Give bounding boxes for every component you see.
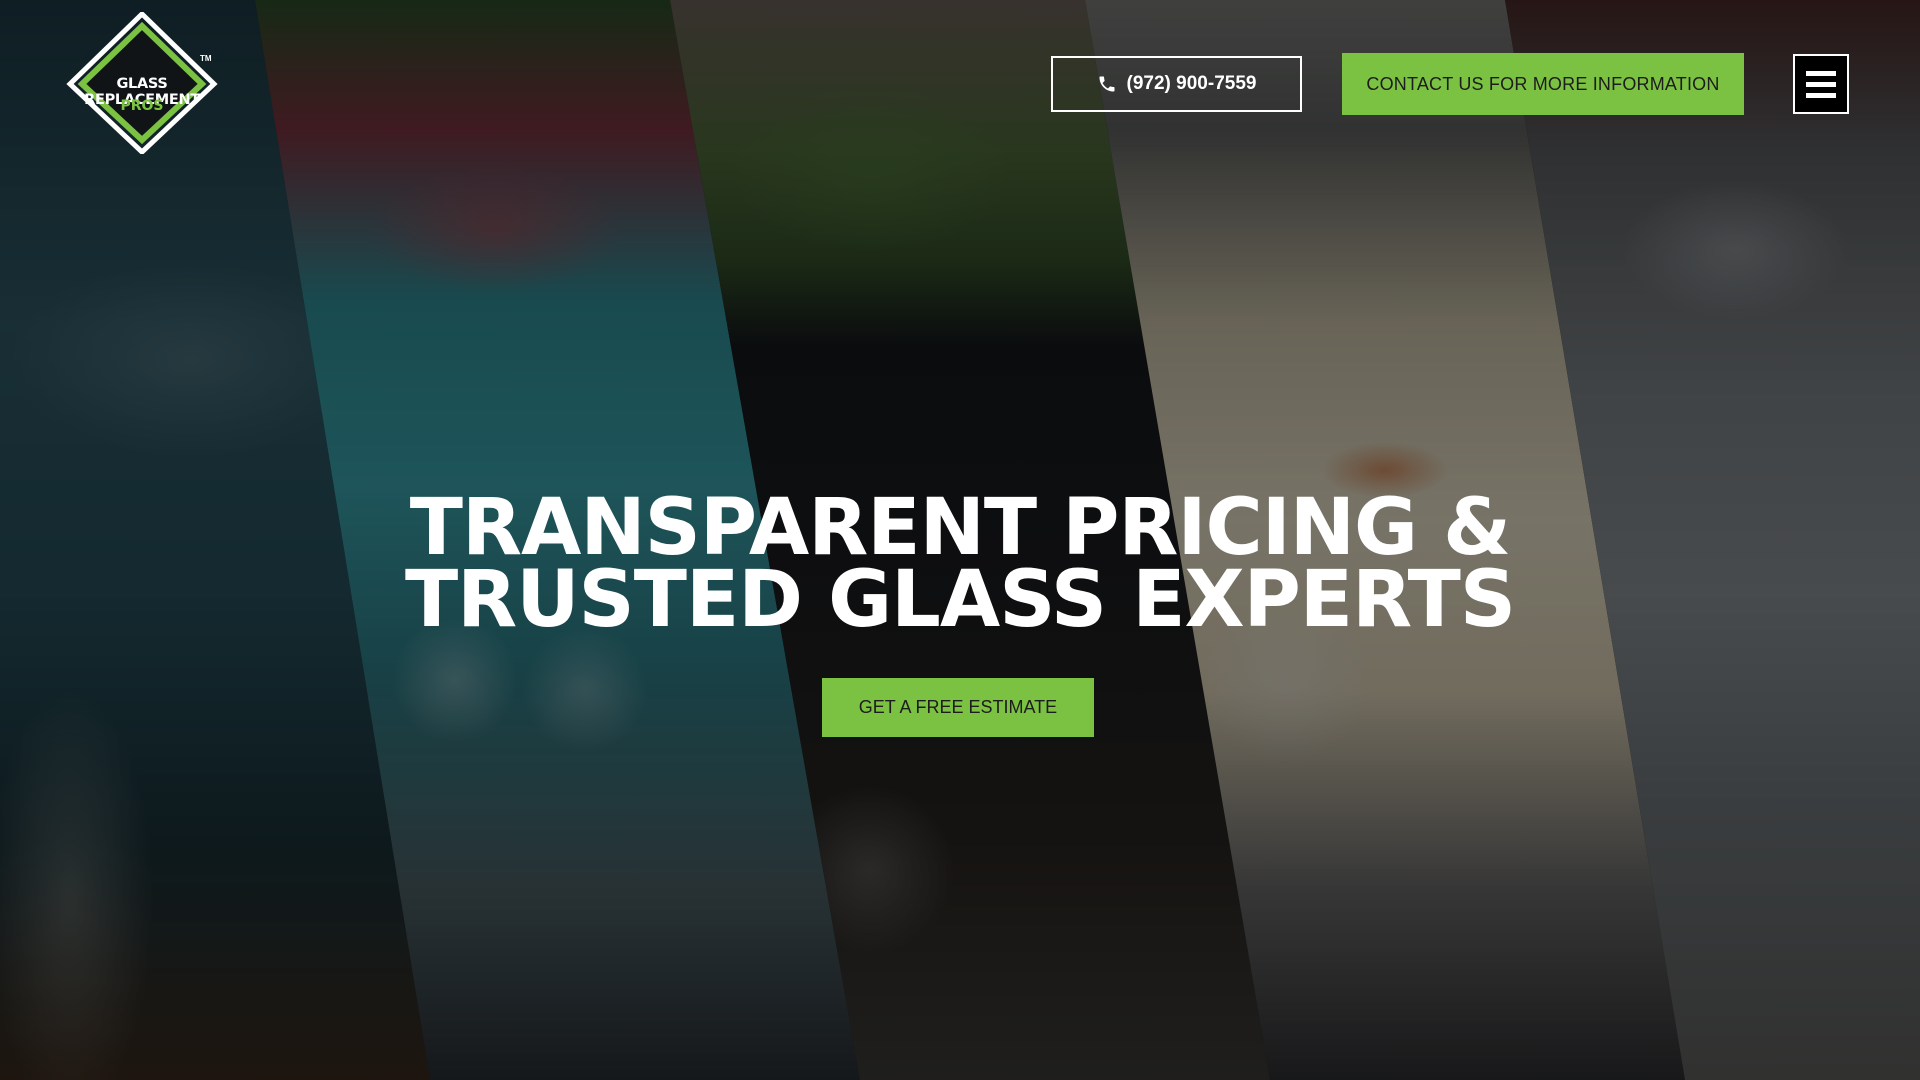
hero-headline-line-2: TRUSTED GLASS EXPERTS (404, 555, 1516, 645)
hamburger-menu-button[interactable] (1793, 54, 1849, 114)
phone-number-label: (972) 900-7559 (1126, 73, 1257, 94)
free-estimate-button[interactable]: GET A FREE ESTIMATE (822, 678, 1094, 737)
site-logo[interactable]: TM GLASS REPLACEMENT PROS (66, 12, 218, 154)
hero-headline: TRANSPARENT PRICING & TRUSTED GLASS EXPE… (0, 483, 1920, 645)
logo-text-secondary: PROS (120, 98, 164, 114)
logo-trademark: TM (200, 54, 212, 63)
hero-section: TM GLASS REPLACEMENT PROS (972) 900-7559… (0, 0, 1920, 1080)
hero-headline-line-1: TRANSPARENT PRICING & (409, 483, 1511, 573)
contact-us-button[interactable]: CONTACT US FOR MORE INFORMATION (1342, 53, 1744, 115)
phone-call-button[interactable]: (972) 900-7559 (1051, 56, 1302, 112)
hamburger-menu-icon (1806, 70, 1836, 76)
phone-icon (1099, 76, 1115, 92)
